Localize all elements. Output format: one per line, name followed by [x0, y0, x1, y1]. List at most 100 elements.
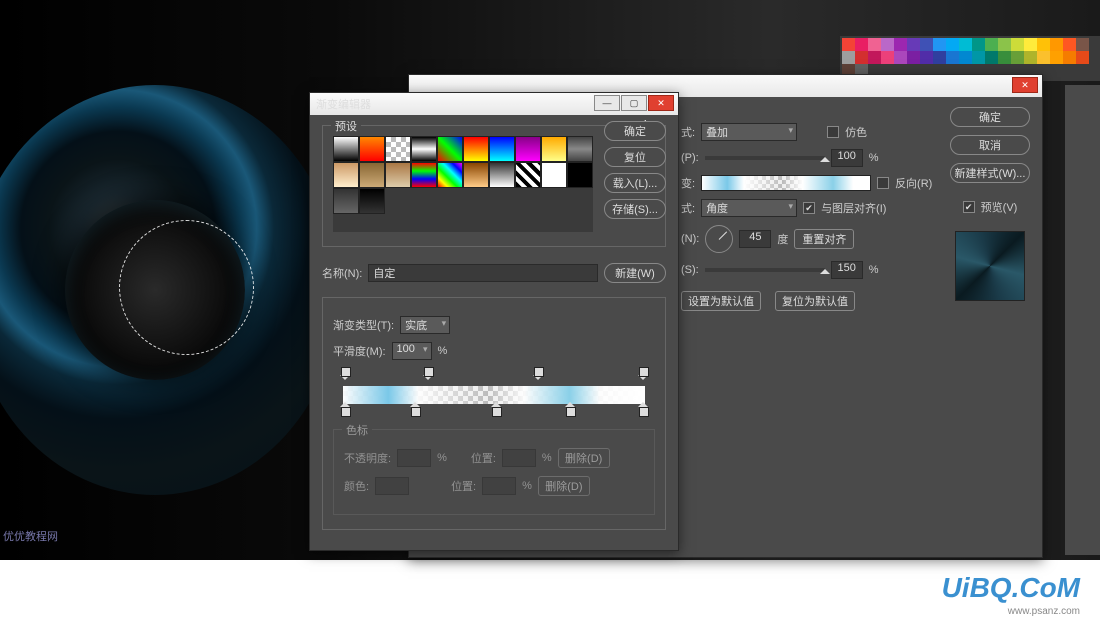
swatch[interactable] — [907, 51, 920, 64]
grad-type-select[interactable]: 实底 — [400, 316, 450, 334]
swatch[interactable] — [881, 38, 894, 51]
swatch[interactable] — [868, 38, 881, 51]
cancel-button[interactable]: 取消 — [950, 135, 1030, 155]
preset-gradient[interactable] — [541, 136, 567, 162]
opacity-stop[interactable] — [340, 373, 350, 385]
preset-grid[interactable] — [333, 136, 593, 232]
swatch[interactable] — [1076, 51, 1089, 64]
gradient-bar[interactable] — [333, 368, 655, 423]
swatch[interactable] — [1063, 51, 1076, 64]
swatch[interactable] — [946, 51, 959, 64]
gradient-preview[interactable] — [701, 175, 871, 191]
preset-gradient[interactable] — [385, 136, 411, 162]
set-default-button[interactable]: 设置为默认值 — [681, 291, 761, 311]
swatch[interactable] — [1076, 38, 1089, 51]
swatch[interactable] — [933, 38, 946, 51]
opacity-slider[interactable] — [705, 156, 825, 160]
preset-gradient[interactable] — [463, 162, 489, 188]
preset-gradient[interactable] — [333, 162, 359, 188]
angle-dial[interactable] — [705, 225, 733, 253]
swatch[interactable] — [855, 38, 868, 51]
swatch[interactable] — [907, 38, 920, 51]
preset-gradient[interactable] — [437, 162, 463, 188]
titlebar[interactable]: 渐变编辑器 — ▢ ✕ — [310, 93, 678, 115]
color-stop[interactable] — [340, 405, 350, 417]
reverse-checkbox[interactable] — [877, 177, 889, 189]
ok-button[interactable]: 确定 — [604, 121, 666, 141]
swatch[interactable] — [894, 38, 907, 51]
save-button[interactable]: 存储(S)... — [604, 199, 666, 219]
close-icon[interactable]: ✕ — [1012, 77, 1038, 93]
swatch[interactable] — [881, 51, 894, 64]
preset-gradient[interactable] — [567, 136, 593, 162]
dither-checkbox[interactable] — [827, 126, 839, 138]
swatch[interactable] — [998, 51, 1011, 64]
blend-mode-select[interactable]: 叠加 — [701, 123, 797, 141]
opacity-stop[interactable] — [533, 373, 543, 385]
color-stop[interactable] — [491, 405, 501, 417]
swatch[interactable] — [1063, 38, 1076, 51]
align-checkbox[interactable]: ✔ — [803, 202, 815, 214]
color-stop[interactable] — [638, 405, 648, 417]
style-select[interactable]: 角度 — [701, 199, 797, 217]
swatch[interactable] — [1011, 51, 1024, 64]
preset-gradient[interactable] — [333, 136, 359, 162]
swatch[interactable] — [894, 51, 907, 64]
preview-checkbox[interactable]: ✔ — [963, 201, 975, 213]
swatch[interactable] — [959, 38, 972, 51]
new-style-button[interactable]: 新建样式(W)... — [950, 163, 1030, 183]
preset-gradient[interactable] — [359, 136, 385, 162]
swatch[interactable] — [972, 38, 985, 51]
swatch[interactable] — [1050, 38, 1063, 51]
swatch[interactable] — [998, 38, 1011, 51]
preset-gradient[interactable] — [359, 162, 385, 188]
preset-gradient[interactable] — [541, 162, 567, 188]
preset-gradient[interactable] — [463, 136, 489, 162]
scale-slider[interactable] — [705, 268, 825, 272]
swatch[interactable] — [1037, 38, 1050, 51]
reset-align-button[interactable]: 重置对齐 — [794, 229, 854, 249]
swatch[interactable] — [868, 51, 881, 64]
opacity-stop[interactable] — [423, 373, 433, 385]
swatch[interactable] — [1050, 51, 1063, 64]
opacity-stop[interactable] — [638, 373, 648, 385]
preset-gradient[interactable] — [489, 162, 515, 188]
scale-value[interactable]: 150 — [831, 261, 863, 279]
preset-gradient[interactable] — [359, 188, 385, 214]
load-button[interactable]: 载入(L)... — [604, 173, 666, 193]
swatch[interactable] — [972, 51, 985, 64]
swatch[interactable] — [920, 38, 933, 51]
preset-gradient[interactable] — [515, 162, 541, 188]
swatch[interactable] — [985, 38, 998, 51]
smooth-input[interactable]: 100 — [392, 342, 432, 360]
preset-gradient[interactable] — [333, 188, 359, 214]
swatch[interactable] — [1024, 51, 1037, 64]
opacity-value[interactable]: 100 — [831, 149, 863, 167]
minimize-icon[interactable]: — — [594, 95, 620, 111]
preset-gradient[interactable] — [385, 162, 411, 188]
preset-gradient[interactable] — [411, 136, 437, 162]
angle-value[interactable]: 45 — [739, 230, 771, 248]
swatch[interactable] — [933, 51, 946, 64]
reset-button[interactable]: 复位 — [604, 147, 666, 167]
swatch[interactable] — [946, 38, 959, 51]
close-icon[interactable]: ✕ — [648, 95, 674, 111]
swatch[interactable] — [842, 51, 855, 64]
color-stop[interactable] — [565, 405, 575, 417]
swatch[interactable] — [959, 51, 972, 64]
new-button[interactable]: 新建(W) — [604, 263, 666, 283]
preset-gradient[interactable] — [411, 162, 437, 188]
swatch[interactable] — [855, 51, 868, 64]
preset-gradient[interactable] — [515, 136, 541, 162]
preset-gradient[interactable] — [437, 136, 463, 162]
swatch[interactable] — [842, 38, 855, 51]
preset-gradient[interactable] — [567, 162, 593, 188]
maximize-icon[interactable]: ▢ — [621, 95, 647, 111]
preset-gradient[interactable] — [489, 136, 515, 162]
swatch[interactable] — [920, 51, 933, 64]
swatch[interactable] — [1024, 38, 1037, 51]
name-input[interactable]: 自定 — [368, 264, 598, 282]
color-stop[interactable] — [410, 405, 420, 417]
reset-default-button[interactable]: 复位为默认值 — [775, 291, 855, 311]
swatch[interactable] — [1037, 51, 1050, 64]
